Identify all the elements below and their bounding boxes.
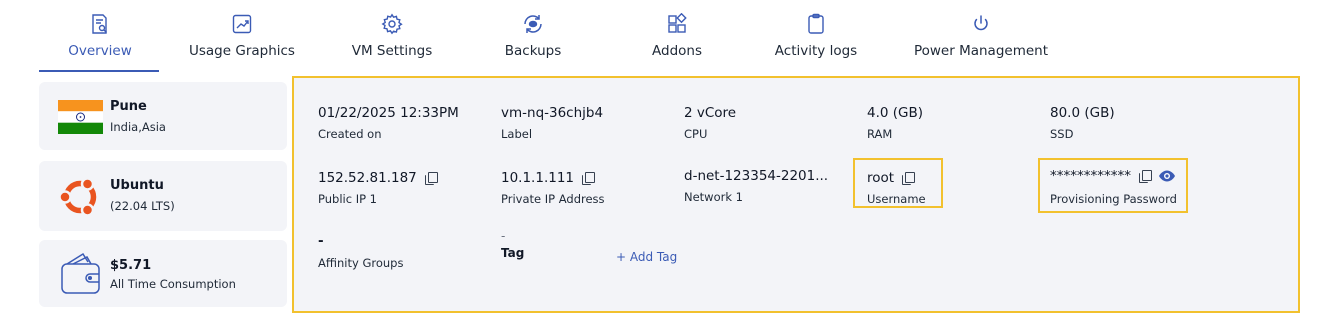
chart-icon xyxy=(230,12,254,36)
created-on-value: 01/22/2025 12:33PM xyxy=(318,105,459,121)
private-ip-label: Private IP Address xyxy=(501,192,605,206)
location-city: Pune xyxy=(110,99,147,114)
username-field: root Username xyxy=(867,169,926,206)
ram-label: RAM xyxy=(867,127,893,141)
tab-usage-graphics-label: Usage Graphics xyxy=(189,43,295,59)
tab-activity-logs-label: Activity logs xyxy=(774,43,858,59)
tab-usage-graphics[interactable]: Usage Graphics xyxy=(188,12,296,72)
location-region: India,Asia xyxy=(110,120,166,134)
active-tab-indicator xyxy=(39,70,159,72)
network-label: Network 1 xyxy=(684,190,743,204)
label-value: vm-nq-36chjb4 xyxy=(501,105,604,121)
username-value: root xyxy=(867,170,895,186)
public-ip-field: 152.52.81.187 Public IP 1 xyxy=(318,169,438,206)
tab-power-management-label: Power Management xyxy=(913,43,1049,59)
tab-vm-settings-label: VM Settings xyxy=(351,43,433,59)
show-password-eye-icon[interactable] xyxy=(1158,169,1176,183)
tab-power-management[interactable]: Power Management xyxy=(912,12,1050,72)
tab-activity-logs[interactable]: Activity logs xyxy=(775,12,857,72)
tab-backups[interactable]: Backups xyxy=(503,12,563,72)
copy-password-icon[interactable] xyxy=(1139,170,1152,183)
tag-field: - Tag xyxy=(501,229,524,260)
india-flag-icon xyxy=(58,100,103,138)
ram-field: 4.0 (GB) RAM xyxy=(867,104,923,141)
label-field: vm-nq-36chjb4 Label xyxy=(501,104,603,141)
cpu-value: 2 vCore xyxy=(684,105,737,121)
created-on-label: Created on xyxy=(318,127,382,141)
copy-private-ip-icon[interactable] xyxy=(582,172,595,185)
label-caption: Label xyxy=(501,127,533,141)
copy-public-ip-icon[interactable] xyxy=(424,172,438,185)
vm-details-panel: 01/22/2025 12:33PM Created on vm-nq-36ch… xyxy=(292,76,1300,313)
gear-icon xyxy=(380,12,404,36)
add-tag-link[interactable]: + Add Tag xyxy=(616,250,677,264)
private-ip-value: 10.1.1.111 xyxy=(501,170,574,186)
username-label: Username xyxy=(867,192,926,206)
public-ip-label: Public IP 1 xyxy=(318,192,377,206)
tab-addons-label: Addons xyxy=(652,43,702,59)
ubuntu-icon xyxy=(57,174,103,224)
affinity-label: Affinity Groups xyxy=(318,256,404,270)
tab-bar: Overview Usage Graphics VM Settings Back… xyxy=(0,0,1332,72)
os-version: (22.04 LTS) xyxy=(110,199,175,213)
private-ip-field: 10.1.1.111 Private IP Address xyxy=(501,169,605,206)
ssd-value: 80.0 (GB) xyxy=(1050,105,1115,121)
password-label: Provisioning Password xyxy=(1050,192,1177,206)
network-value: d-net-123354-2201... xyxy=(684,168,829,184)
network-field: d-net-123354-2201... Network 1 xyxy=(684,167,828,204)
consumption-label: All Time Consumption xyxy=(110,277,236,291)
cpu-field: 2 vCore CPU xyxy=(684,104,736,141)
public-ip-value: 152.52.81.187 xyxy=(318,170,417,186)
tab-backups-label: Backups xyxy=(504,43,562,59)
copy-username-icon[interactable] xyxy=(902,172,916,185)
consumption-amount: $5.71 xyxy=(110,258,152,273)
tab-overview-label: Overview xyxy=(68,43,132,59)
cpu-label: CPU xyxy=(684,127,708,141)
os-card: Ubuntu (22.04 LTS) xyxy=(39,161,287,231)
overview-icon xyxy=(88,12,112,36)
password-value: ************ xyxy=(1050,168,1131,184)
created-on-field: 01/22/2025 12:33PM Created on xyxy=(318,104,459,141)
os-name: Ubuntu xyxy=(110,178,164,193)
ssd-field: 80.0 (GB) SSD xyxy=(1050,104,1115,141)
addons-icon xyxy=(665,12,689,36)
tab-vm-settings[interactable]: VM Settings xyxy=(352,12,432,72)
ssd-label: SSD xyxy=(1050,127,1074,141)
password-field: ************ Provisioning Password xyxy=(1050,167,1177,206)
clipboard-icon xyxy=(804,12,828,36)
affinity-value: - xyxy=(318,233,324,249)
tag-value: - xyxy=(501,229,506,243)
tab-overview[interactable]: Overview xyxy=(68,12,132,72)
location-card: Pune India,Asia xyxy=(39,82,287,150)
ram-value: 4.0 (GB) xyxy=(867,105,924,121)
affinity-field: - Affinity Groups xyxy=(318,232,403,270)
tag-label: Tag xyxy=(501,246,525,260)
consumption-card: $5.71 All Time Consumption xyxy=(39,240,287,307)
backup-icon xyxy=(521,12,545,36)
wallet-icon xyxy=(59,251,103,301)
tab-addons[interactable]: Addons xyxy=(649,12,705,72)
power-icon xyxy=(969,12,993,36)
